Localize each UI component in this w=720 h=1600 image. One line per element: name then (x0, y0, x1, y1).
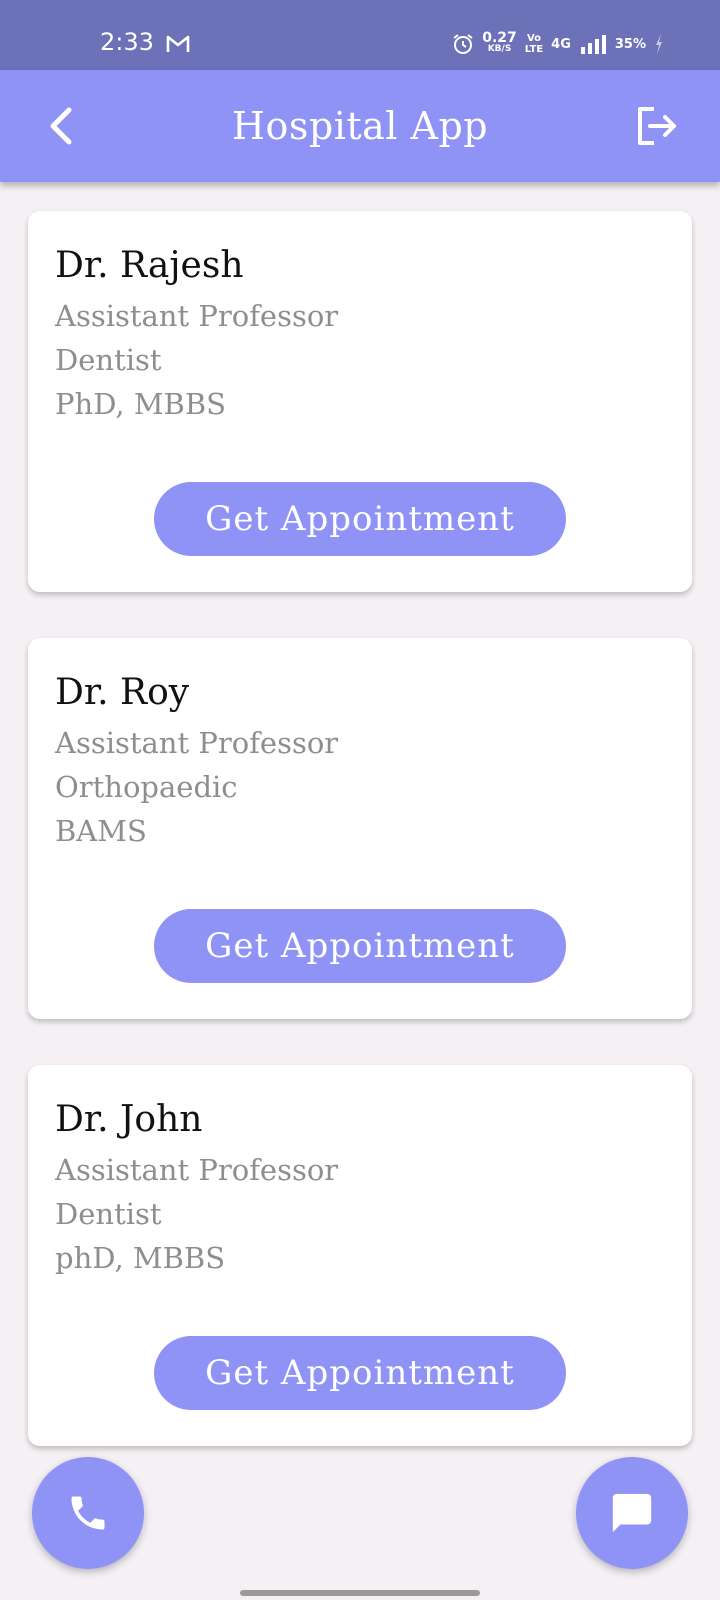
network-type: 4G (551, 36, 571, 52)
status-icons: 0.27 KB/S Vo LTE 4G 35% (452, 30, 664, 58)
doctor-name: Dr. Rajesh (55, 245, 244, 286)
doctor-specialty: Orthopaedic (55, 770, 238, 804)
doctor-list: Dr. Rajesh Assistant Professor Dentist P… (28, 211, 692, 1492)
doctor-specialty: Dentist (55, 1197, 162, 1231)
signal-icon (580, 35, 606, 54)
doctor-name: Dr. John (55, 1099, 203, 1140)
call-button[interactable] (32, 1457, 144, 1569)
doctor-card: Dr. Rajesh Assistant Professor Dentist P… (28, 211, 692, 592)
chat-icon (612, 1493, 652, 1533)
status-bar: 2:33 0.27 KB/S Vo LTE 4G 35% (0, 0, 720, 70)
network-speed-unit: KB/S (487, 44, 512, 54)
battery-level: 35% (614, 36, 646, 52)
status-time: 2:33 (100, 28, 154, 56)
logout-button[interactable] (632, 100, 684, 152)
volte-top: Vo (526, 33, 541, 44)
get-appointment-button[interactable]: Get Appointment (154, 482, 566, 556)
doctor-card: Dr. John Assistant Professor Dentist phD… (28, 1065, 692, 1446)
doctor-degree: BAMS (55, 814, 147, 848)
chat-button[interactable] (576, 1457, 688, 1569)
network-speed-value: 0.27 (482, 30, 517, 46)
volte-bottom: LTE (524, 44, 544, 55)
doctor-title: Assistant Professor (55, 726, 339, 760)
doctor-title: Assistant Professor (55, 1153, 339, 1187)
get-appointment-button[interactable]: Get Appointment (154, 909, 566, 983)
home-indicator[interactable] (240, 1590, 480, 1596)
logout-icon (638, 107, 676, 145)
doctor-degree: PhD, MBBS (55, 387, 227, 421)
doctor-specialty: Dentist (55, 343, 162, 377)
app-bar: Hospital App (0, 70, 720, 182)
network-speed: 0.27 KB/S (482, 30, 517, 55)
volte-indicator: Vo LTE (525, 33, 543, 55)
get-appointment-button[interactable]: Get Appointment (154, 1336, 566, 1410)
alarm-icon (453, 34, 473, 54)
phone-icon (71, 1496, 105, 1530)
doctor-degree: phD, MBBS (55, 1241, 226, 1275)
doctor-name: Dr. Roy (55, 672, 190, 713)
charging-icon (656, 34, 662, 54)
gmail-icon (166, 35, 190, 52)
doctor-title: Assistant Professor (55, 299, 339, 333)
page-title: Hospital App (231, 104, 489, 148)
doctor-card: Dr. Roy Assistant Professor Orthopaedic … (28, 638, 692, 1019)
